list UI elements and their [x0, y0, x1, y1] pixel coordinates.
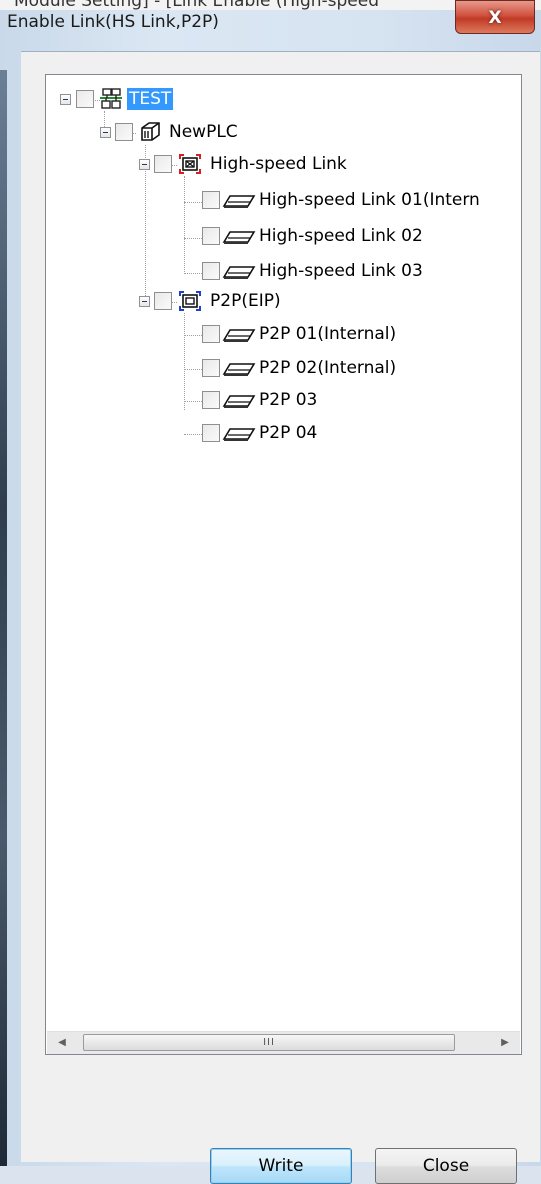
link-block-icon — [222, 357, 256, 379]
tree-node-p2p-03[interactable]: P2P 03 — [46, 387, 521, 415]
checkbox-test[interactable] — [76, 90, 94, 108]
high-speed-link-group-icon — [177, 153, 203, 175]
scrollbar-grip-icon: III — [263, 1037, 275, 1048]
checkbox-p2p-03[interactable] — [202, 391, 220, 409]
checkbox-p2p-04[interactable] — [202, 424, 220, 442]
tree-node-label[interactable]: TEST — [127, 88, 174, 110]
tree-node-label[interactable]: High-speed Link — [208, 153, 349, 175]
tree-node-hs-link-03[interactable]: High-speed Link 03 — [46, 258, 521, 286]
tree-node-label[interactable]: P2P 01(Internal) — [257, 323, 398, 345]
background-page-text: Module Setting] - [Link Enable (High-spe… — [14, 0, 380, 10]
scrollbar-thumb[interactable]: III — [83, 1034, 455, 1051]
window-close-button[interactable]: X — [455, 0, 535, 34]
link-tree-view[interactable]: TEST NewPLC High-speed Link High-speed L… — [45, 74, 522, 1055]
close-button[interactable]: Close — [375, 1148, 517, 1184]
collapse-icon[interactable] — [100, 127, 111, 138]
tree-node-newplc[interactable]: NewPLC — [46, 119, 521, 147]
scroll-right-arrow-icon[interactable]: ▶ — [494, 1032, 516, 1054]
horizontal-scrollbar[interactable]: ◀ III ▶ — [47, 1031, 520, 1054]
tree-node-high-speed-link[interactable]: High-speed Link — [46, 151, 521, 179]
checkbox-high-speed-link[interactable] — [154, 155, 172, 173]
tree-node-label[interactable]: High-speed Link 03 — [257, 260, 425, 282]
tree-node-test[interactable]: TEST — [46, 86, 521, 114]
tree-node-p2p-04[interactable]: P2P 04 — [46, 420, 521, 448]
write-button[interactable]: Write — [210, 1148, 352, 1184]
tree-node-label[interactable]: P2P 04 — [257, 422, 319, 444]
checkbox-p2p-01[interactable] — [202, 325, 220, 343]
tree-node-label[interactable]: High-speed Link 01(Intern — [257, 189, 482, 211]
scroll-left-arrow-icon[interactable]: ◀ — [51, 1032, 73, 1054]
close-icon: X — [488, 8, 502, 28]
dialog-window: Enable Link(HS Link,P2P) X TEST NewPLC H… — [0, 0, 541, 1184]
link-block-icon — [222, 260, 256, 282]
checkbox-newplc[interactable] — [115, 123, 133, 141]
p2p-group-icon — [177, 290, 203, 312]
collapse-icon[interactable] — [139, 159, 150, 170]
checkbox-hs-link-02[interactable] — [202, 227, 220, 245]
window-frame-edge — [0, 70, 7, 1166]
tree-node-hs-link-02[interactable]: High-speed Link 02 — [46, 223, 521, 251]
tree-node-p2p-01[interactable]: P2P 01(Internal) — [46, 321, 521, 349]
dialog-client-area: TEST NewPLC High-speed Link High-speed L… — [21, 51, 540, 1184]
link-block-icon — [222, 422, 256, 444]
tree-node-p2p-eip[interactable]: P2P(EIP) — [46, 288, 521, 316]
checkbox-p2p-eip[interactable] — [154, 292, 172, 310]
tree-node-label[interactable]: NewPLC — [167, 121, 240, 143]
checkbox-hs-link-01[interactable] — [202, 191, 220, 209]
collapse-icon[interactable] — [60, 94, 71, 105]
tree-node-p2p-02[interactable]: P2P 02(Internal) — [46, 355, 521, 383]
tree-node-label[interactable]: High-speed Link 02 — [257, 225, 425, 247]
tree-node-hs-link-01[interactable]: High-speed Link 01(Intern — [46, 187, 521, 215]
link-block-icon — [222, 323, 256, 345]
tree-node-label[interactable]: P2P(EIP) — [208, 290, 283, 312]
checkbox-p2p-02[interactable] — [202, 359, 220, 377]
window-title: Enable Link(HS Link,P2P) — [7, 12, 219, 32]
plc-cube-icon — [137, 121, 163, 143]
checkbox-hs-link-03[interactable] — [202, 262, 220, 280]
collapse-icon[interactable] — [139, 296, 150, 307]
link-block-icon — [222, 389, 256, 411]
tree-node-label[interactable]: P2P 03 — [257, 389, 319, 411]
link-block-icon — [222, 189, 256, 211]
tree-node-label[interactable]: P2P 02(Internal) — [257, 357, 398, 379]
network-project-icon — [98, 88, 124, 110]
link-block-icon — [222, 225, 256, 247]
